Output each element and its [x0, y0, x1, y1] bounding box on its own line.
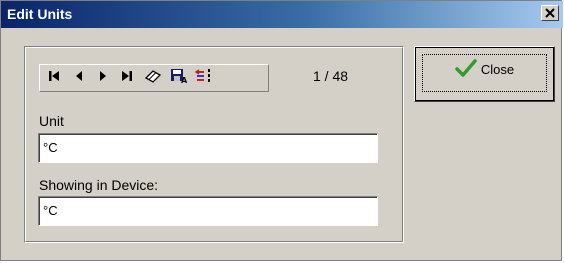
next-arrow-icon: [98, 69, 108, 87]
next-record-button[interactable]: [91, 67, 115, 89]
unit-field[interactable]: °C: [38, 133, 378, 163]
record-navigator: A: [39, 64, 269, 92]
svg-text:A: A: [181, 76, 188, 84]
edit-units-dialog: Edit Units A 1 / 48 Unit °C Showing in D…: [0, 0, 563, 261]
save-record-button[interactable]: A: [167, 67, 191, 89]
record-counter: 1 / 48: [313, 68, 349, 84]
last-record-button[interactable]: [115, 67, 139, 89]
close-button-label: Close: [480, 62, 515, 77]
first-record-icon: [48, 69, 60, 87]
close-window-button[interactable]: [541, 5, 559, 21]
showing-in-device-label: Showing in Device:: [39, 177, 159, 193]
unit-label: Unit: [39, 113, 64, 129]
last-record-icon: [121, 69, 133, 87]
cancel-edit-icon: [194, 68, 213, 89]
close-button[interactable]: Close: [414, 46, 555, 102]
close-icon: [545, 6, 555, 21]
title-bar[interactable]: Edit Units: [1, 1, 563, 28]
first-record-button[interactable]: [42, 67, 66, 89]
cancel-changes-button[interactable]: [192, 67, 216, 89]
previous-record-button[interactable]: [67, 67, 91, 89]
dialog-title: Edit Units: [7, 6, 73, 22]
prev-arrow-icon: [74, 69, 84, 87]
edit-record-button[interactable]: [141, 67, 165, 89]
save-disk-icon: A: [170, 68, 188, 89]
checkmark-icon: [455, 59, 477, 80]
eraser-icon: [144, 68, 162, 89]
showing-in-device-field[interactable]: °C: [38, 196, 378, 226]
